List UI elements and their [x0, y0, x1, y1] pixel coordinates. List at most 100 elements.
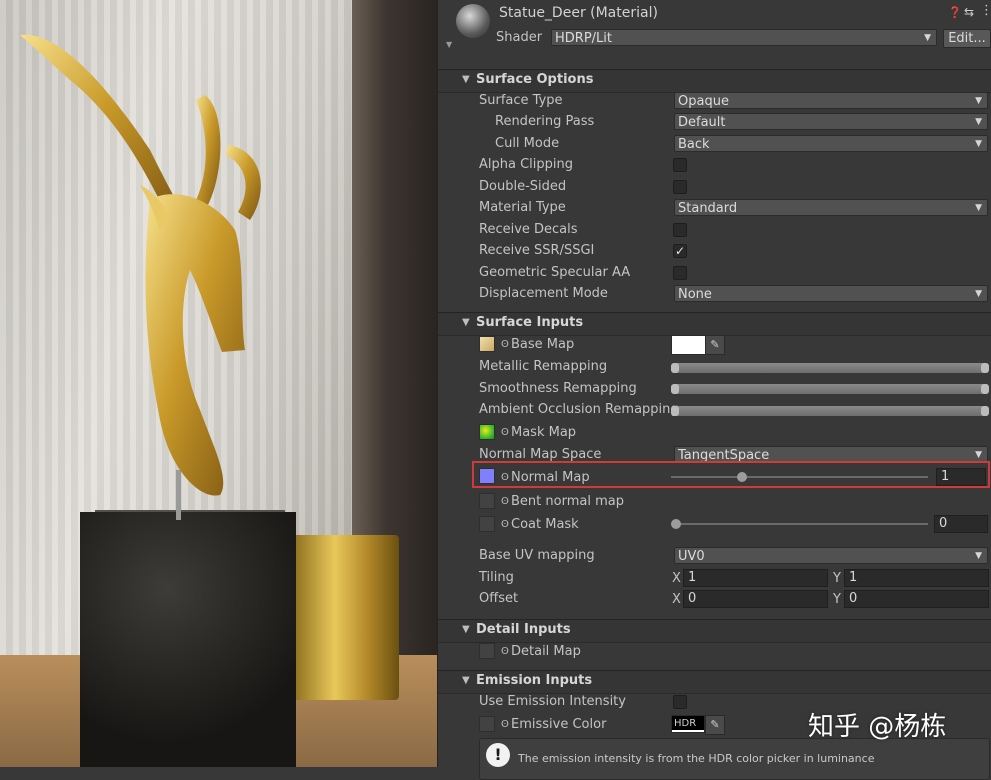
emission-info-box: ! The emission intensity is from the HDR…	[479, 738, 990, 780]
material-type-dropdown[interactable]: Standard ▼	[674, 199, 988, 216]
offset-label: Offset	[479, 591, 519, 606]
normal-map-texture-slot[interactable]	[479, 468, 495, 484]
cull-mode-label: Cull Mode	[495, 136, 560, 151]
bent-normal-texture-slot[interactable]	[479, 493, 495, 509]
mask-map-texture-slot[interactable]	[479, 424, 495, 440]
alpha-clipping-checkbox[interactable]	[673, 158, 687, 172]
coat-mask-slider-track[interactable]	[671, 523, 928, 525]
smoothness-remap-range[interactable]	[671, 384, 989, 394]
ao-remap-range[interactable]	[671, 406, 989, 416]
detail-inputs-header[interactable]: ▼ Detail Inputs	[438, 619, 991, 643]
rendering-pass-dropdown[interactable]: Default ▼	[674, 113, 988, 130]
offset-x-field[interactable]: 0	[683, 590, 828, 608]
alpha-clipping-label: Alpha Clipping	[479, 157, 574, 172]
detail-inputs-title: Detail Inputs	[476, 622, 571, 637]
specular-aa-checkbox[interactable]	[673, 266, 687, 280]
offset-y-label: Y	[833, 592, 841, 607]
normal-scale-slider-track[interactable]	[671, 476, 928, 478]
base-color-swatch[interactable]	[671, 335, 707, 355]
smoothness-remap-label: Smoothness Remapping	[479, 381, 637, 396]
more-icon[interactable]: ⋮	[980, 3, 991, 18]
coat-mask-label: Coat Mask	[511, 517, 579, 532]
range-min-handle[interactable]	[671, 363, 679, 373]
eyedropper-icon[interactable]: ✎	[705, 715, 725, 735]
rendering-pass-label: Rendering Pass	[495, 114, 595, 129]
chevron-down-icon: ▼	[924, 33, 931, 43]
deer-statue-shape	[20, 34, 261, 496]
surface-type-value: Opaque	[678, 94, 729, 109]
base-map-texture-slot[interactable]	[479, 336, 495, 352]
bent-normal-label: Bent normal map	[511, 494, 624, 509]
texture-picker-icon[interactable]: ʘ	[501, 339, 509, 350]
displacement-mode-dropdown[interactable]: None ▼	[674, 285, 988, 302]
alpha-bar	[672, 730, 704, 732]
chevron-down-icon: ▼	[975, 289, 982, 299]
surface-options-title: Surface Options	[476, 72, 594, 87]
rendering-pass-value: Default	[678, 115, 726, 130]
receive-decals-label: Receive Decals	[479, 222, 578, 237]
emissive-color-label: Emissive Color	[511, 717, 607, 732]
receive-decals-checkbox[interactable]	[673, 223, 687, 237]
scene-preview-image	[0, 0, 437, 767]
range-max-handle[interactable]	[981, 406, 989, 416]
normal-scale-field[interactable]: 1	[936, 468, 986, 486]
range-max-handle[interactable]	[981, 384, 989, 394]
metallic-remap-label: Metallic Remapping	[479, 359, 608, 374]
shader-dropdown[interactable]: HDRP/Lit ▼	[551, 29, 937, 46]
ao-remap-label: Ambient Occlusion Remapping	[479, 402, 679, 417]
watermark: 知乎 @杨栋	[808, 712, 947, 742]
edit-shader-button[interactable]: Edit...	[943, 29, 991, 48]
receive-ssr-checkbox[interactable]: ✓	[673, 244, 687, 258]
cull-mode-dropdown[interactable]: Back ▼	[674, 135, 988, 152]
range-max-handle[interactable]	[981, 363, 989, 373]
foldout-expanded-icon: ▼	[462, 624, 470, 635]
metallic-remap-range[interactable]	[671, 363, 989, 373]
eyedropper-icon[interactable]: ✎	[705, 335, 725, 355]
tiling-y-field[interactable]: 1	[844, 569, 989, 587]
offset-x-label: X	[672, 592, 681, 607]
material-type-value: Standard	[678, 201, 738, 216]
surface-inputs-title: Surface Inputs	[476, 315, 584, 330]
texture-picker-icon[interactable]: ʘ	[501, 719, 509, 730]
emissive-color-swatch[interactable]: HDR	[671, 715, 705, 733]
tiling-label: Tiling	[479, 570, 514, 585]
texture-picker-icon[interactable]: ʘ	[501, 496, 509, 507]
normal-scale-slider-thumb[interactable]	[736, 472, 747, 482]
detail-map-label: Detail Map	[511, 644, 581, 659]
texture-picker-icon[interactable]: ʘ	[501, 646, 509, 657]
surface-type-dropdown[interactable]: Opaque ▼	[674, 92, 988, 109]
tiling-y-label: Y	[833, 571, 841, 586]
material-inspector: ▼ Statue_Deer (Material) ❓ ⇆ ⋮ Shader HD…	[437, 0, 991, 780]
base-uv-mapping-label: Base UV mapping	[479, 548, 595, 563]
texture-picker-icon[interactable]: ʘ	[501, 519, 509, 530]
coat-mask-texture-slot[interactable]	[479, 516, 495, 532]
base-uv-mapping-dropdown[interactable]: UV0 ▼	[674, 547, 988, 564]
preset-icon[interactable]: ⇆	[964, 5, 974, 19]
foldout-expanded-icon: ▼	[462, 74, 470, 85]
surface-inputs-header[interactable]: ▼ Surface Inputs	[438, 312, 991, 336]
detail-map-texture-slot[interactable]	[479, 643, 495, 659]
normal-map-space-label: Normal Map Space	[479, 447, 602, 462]
surface-options-header[interactable]: ▼ Surface Options	[438, 69, 991, 93]
use-emission-intensity-checkbox[interactable]	[673, 695, 687, 709]
foldout-expanded-icon: ▼	[462, 317, 470, 328]
double-sided-checkbox[interactable]	[673, 180, 687, 194]
double-sided-label: Double-Sided	[479, 179, 567, 194]
offset-y-field[interactable]: 0	[844, 590, 989, 608]
normal-map-label: Normal Map	[511, 470, 590, 485]
range-min-handle[interactable]	[671, 406, 679, 416]
texture-picker-icon[interactable]: ʘ	[501, 472, 509, 483]
chevron-down-icon: ▼	[975, 117, 982, 127]
coat-mask-field[interactable]: 0	[934, 515, 988, 533]
foldout-expanded-icon: ▼	[462, 675, 470, 686]
range-min-handle[interactable]	[671, 384, 679, 394]
foldout-arrow-icon[interactable]: ▼	[446, 40, 452, 49]
emission-info-text: The emission intensity is from the HDR c…	[518, 752, 875, 765]
help-icon[interactable]: ❓	[948, 6, 962, 19]
texture-picker-icon[interactable]: ʘ	[501, 427, 509, 438]
emissive-texture-slot[interactable]	[479, 716, 495, 732]
emission-inputs-header[interactable]: ▼ Emission Inputs	[438, 670, 991, 694]
shader-value: HDRP/Lit	[555, 31, 612, 46]
tiling-x-field[interactable]: 1	[683, 569, 828, 587]
coat-mask-slider-thumb[interactable]	[671, 519, 681, 529]
